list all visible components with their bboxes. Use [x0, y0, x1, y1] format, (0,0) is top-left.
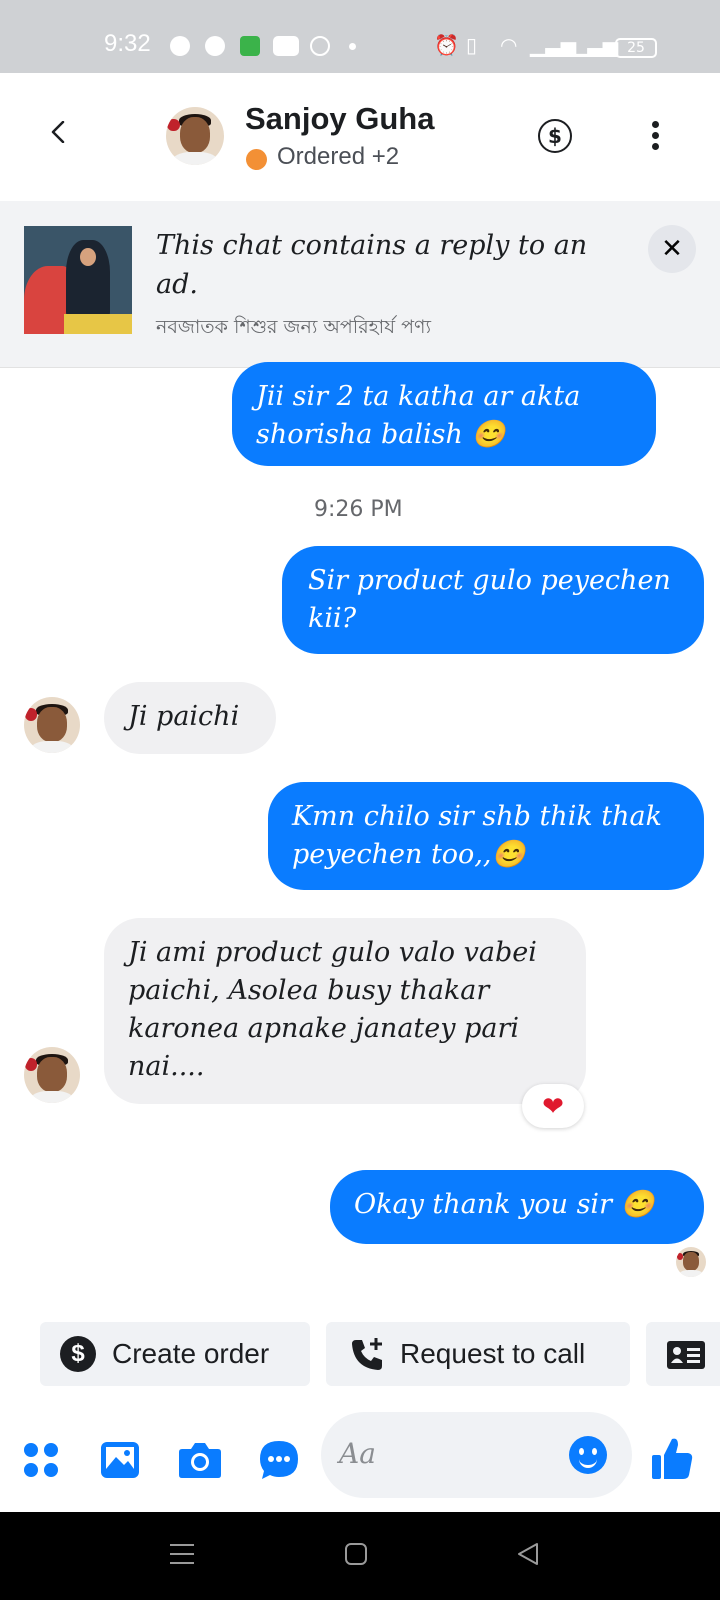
youtube-notification-icon: [273, 36, 299, 56]
create-order-label: Create order: [112, 1338, 270, 1369]
message-bubble-incoming[interactable]: Ji paichi: [104, 682, 276, 754]
dollar-icon: $: [60, 1336, 96, 1372]
message-input-placeholder: Aa: [339, 1437, 376, 1470]
recent-apps-icon[interactable]: [170, 1542, 194, 1566]
messenger-notification-icon: [205, 36, 225, 56]
status-bar: 9:32 ⏰ ▯ ◠ ▁▃▅ ▁▃▅ 25: [0, 0, 720, 73]
wifi-icon: ◠: [500, 33, 518, 57]
app-notification-icon: [240, 36, 260, 56]
message-timestamp: 9:26 PM: [314, 497, 403, 522]
camera-icon[interactable]: [178, 1441, 222, 1479]
chat-header: Sanjoy Guha Ordered +2 $: [0, 73, 720, 201]
more-notifications-dot-icon: [349, 43, 356, 50]
home-icon[interactable]: [344, 1542, 368, 1566]
gallery-icon[interactable]: [100, 1441, 140, 1479]
ad-thumbnail[interactable]: [24, 226, 132, 334]
signal-2-icon: ▁▃▅: [572, 33, 619, 57]
emoji-icon[interactable]: [569, 1436, 607, 1474]
vibrate-icon: ▯: [466, 33, 478, 57]
seen-receipt-avatar: [676, 1247, 706, 1277]
back-nav-icon[interactable]: [516, 1542, 540, 1566]
message-bubble-incoming[interactable]: Ji ami product gulo valo vabei paichi, A…: [104, 918, 586, 1104]
create-order-button[interactable]: $ Create order: [40, 1322, 310, 1386]
contact-card-button[interactable]: [646, 1322, 720, 1386]
system-navigation-bar: [0, 1512, 720, 1600]
heart-reaction-icon[interactable]: ❤: [522, 1084, 584, 1128]
signal-icon: ▁▃▅: [530, 33, 577, 57]
contact-name[interactable]: Sanjoy Guha: [245, 101, 434, 137]
apps-icon[interactable]: [22, 1441, 60, 1479]
payment-button[interactable]: $: [538, 119, 572, 153]
coin-notification-icon: [310, 36, 330, 56]
ad-banner-title: This chat contains a reply to an ad.: [156, 230, 588, 300]
message-bubble-outgoing[interactable]: Kmn chilo sir shb thik thak peyechen too…: [268, 782, 704, 890]
chat-bubble-icon[interactable]: [258, 1439, 300, 1481]
order-status-label[interactable]: Ordered +2: [277, 143, 399, 171]
alarm-icon: ⏰: [434, 33, 459, 57]
status-time: 9:32: [104, 30, 151, 57]
more-options-icon[interactable]: [652, 121, 660, 151]
contact-avatar-small[interactable]: [24, 1047, 80, 1103]
close-icon[interactable]: ✕: [648, 225, 696, 273]
contact-avatar[interactable]: [166, 107, 224, 165]
message-bubble-outgoing[interactable]: Jii sir 2 ta katha ar akta shorisha bali…: [232, 362, 656, 466]
chat-notification-icon: [170, 36, 190, 56]
contact-card-icon: [667, 1341, 705, 1369]
message-bubble-outgoing[interactable]: Okay thank you sir 😊: [330, 1170, 704, 1244]
message-bubble-outgoing[interactable]: Sir product gulo peyechen kii?: [282, 546, 704, 654]
thumbs-up-icon[interactable]: [650, 1435, 694, 1481]
back-arrow-icon[interactable]: [48, 121, 70, 143]
contact-avatar-small[interactable]: [24, 697, 80, 753]
request-call-label: Request to call: [400, 1338, 586, 1369]
battery-icon: 25: [615, 38, 657, 58]
message-input[interactable]: Aa: [321, 1412, 632, 1498]
ad-banner-subtitle: নবজাতক শিশুর জন্য অপরিহার্য পণ্য: [156, 316, 432, 338]
request-call-button[interactable]: Request to call: [326, 1322, 630, 1386]
phone-add-icon: [352, 1338, 382, 1370]
order-status-dot: [246, 149, 267, 170]
